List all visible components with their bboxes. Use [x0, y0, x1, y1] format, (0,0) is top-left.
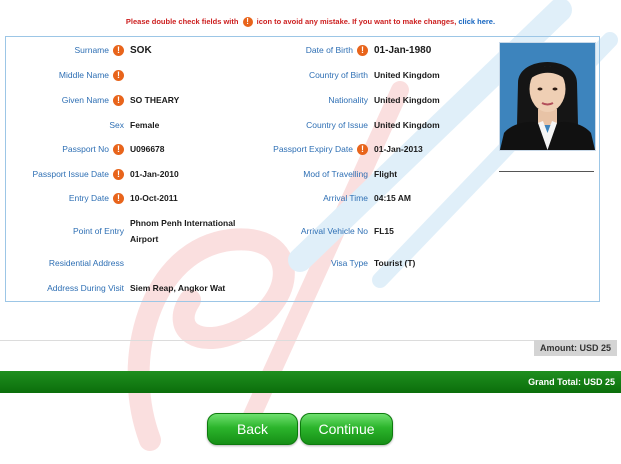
mod-of-travelling-value: Flight — [374, 169, 398, 179]
field-arrival-time: Arrival Time 04:15 AM — [246, 190, 411, 206]
field-passport-issue-date: Passport Issue Date! 01-Jan-2010 — [6, 166, 179, 182]
field-passport-expiry-date: Passport Expiry Date! 01-Jan-2013 — [246, 141, 423, 157]
entry-date-value: 10-Oct-2011 — [130, 193, 178, 203]
middle-name-label: Middle Name — [58, 70, 109, 80]
applicant-photo-image — [500, 43, 595, 150]
point-of-entry-line-1: Phnom Penh International — [130, 218, 236, 228]
notice-text-after: icon to avoid any mistake. If you want t… — [256, 17, 457, 26]
mod-of-travelling-label: Mod of Travelling — [303, 169, 368, 179]
back-button[interactable]: Back — [207, 413, 298, 445]
warning-icon: ! — [357, 44, 368, 56]
warning-icon: ! — [242, 17, 253, 28]
date-of-birth-label: Date of Birth — [305, 45, 353, 55]
warning-icon: ! — [113, 192, 124, 204]
arrival-time-value: 04:15 AM — [374, 193, 412, 203]
arrival-time-label: Arrival Time — [323, 193, 368, 203]
field-residential-address: Residential Address — [6, 255, 130, 271]
field-date-of-birth: Date of Birth! 01-Jan-1980 — [246, 42, 431, 58]
visa-type-value: Tourist (T) — [374, 258, 416, 268]
field-nationality: Nationality United Kingdom — [246, 92, 440, 108]
given-name-label: Given Name — [61, 95, 109, 105]
address-during-visit-label: Address During Visit — [47, 283, 124, 293]
point-of-entry-label: Point of Entry — [72, 226, 124, 236]
amount-label: Amount: USD 25 — [533, 340, 617, 356]
click-here-link[interactable]: click here. — [458, 17, 495, 26]
notice-message: Please double check fields with ! icon t… — [0, 17, 621, 28]
passport-expiry-date-value: 01-Jan-2013 — [374, 144, 423, 154]
field-given-name: Given Name! SO THEARY — [6, 92, 179, 108]
notice-text-before: Please double check fields with — [125, 17, 239, 26]
field-country-of-issue: Country of Issue United Kingdom — [246, 117, 440, 133]
field-point-of-entry: Point of Entry Phnom Penh International … — [6, 214, 235, 248]
field-passport-no: Passport No! U096678 — [6, 141, 165, 157]
residential-address-label: Residential Address — [48, 258, 124, 268]
field-sex: Sex Female — [6, 117, 159, 133]
given-name-value: SO THEARY — [130, 95, 180, 105]
passport-issue-date-label: Passport Issue Date — [32, 169, 109, 179]
country-of-birth-value: United Kingdom — [374, 70, 440, 80]
continue-button[interactable]: Continue — [300, 413, 393, 445]
passport-issue-date-value: 01-Jan-2010 — [130, 169, 179, 179]
warning-icon: ! — [113, 168, 124, 180]
country-of-issue-value: United Kingdom — [374, 120, 440, 130]
field-mod-of-travelling: Mod of Travelling Flight — [246, 166, 397, 182]
warning-icon: ! — [113, 94, 124, 106]
date-of-birth-value: 01-Jan-1980 — [374, 44, 432, 56]
application-summary-panel: Surname! SOK Middle Name! Given Name! SO… — [5, 36, 600, 302]
country-of-birth-label: Country of Birth — [308, 70, 368, 80]
entry-date-label: Entry Date — [68, 193, 109, 203]
nationality-value: United Kingdom — [374, 95, 440, 105]
sex-label: Sex — [109, 120, 124, 130]
arrival-vehicle-no-value: FL15 — [374, 226, 394, 236]
surname-label: Surname — [74, 45, 110, 55]
field-surname: Surname! SOK — [6, 42, 152, 58]
warning-icon: ! — [357, 143, 368, 155]
point-of-entry-value: Phnom Penh International Airport — [130, 215, 235, 247]
warning-icon: ! — [113, 44, 124, 56]
country-of-issue-label: Country of Issue — [306, 120, 368, 130]
divider — [0, 340, 540, 341]
field-visa-type: Visa Type Tourist (T) — [246, 255, 415, 271]
field-middle-name: Middle Name! — [6, 67, 130, 83]
sex-value: Female — [130, 120, 160, 130]
field-entry-date: Entry Date! 10-Oct-2011 — [6, 190, 178, 206]
passport-no-value: U096678 — [130, 144, 165, 154]
applicant-photo — [499, 42, 596, 151]
nationality-label: Nationality — [328, 95, 368, 105]
visa-type-label: Visa Type — [330, 258, 368, 268]
address-during-visit-value: Siem Reap, Angkor Wat — [130, 283, 226, 293]
field-address-during-visit: Address During Visit Siem Reap, Angkor W… — [6, 280, 225, 296]
arrival-vehicle-no-label: Arrival Vehicle No — [300, 226, 368, 236]
grand-total-bar: Grand Total: USD 25 — [0, 371, 621, 393]
warning-icon: ! — [113, 69, 124, 81]
point-of-entry-line-2: Airport — [130, 234, 159, 244]
warning-icon: ! — [113, 143, 124, 155]
field-arrival-vehicle-no: Arrival Vehicle No FL15 — [246, 223, 394, 239]
signature-line — [499, 171, 594, 172]
surname-value: SOK — [130, 44, 152, 56]
passport-expiry-date-label: Passport Expiry Date — [273, 144, 353, 154]
grand-total-label: Grand Total: USD 25 — [528, 377, 615, 387]
field-country-of-birth: Country of Birth United Kingdom — [246, 67, 440, 83]
passport-no-label: Passport No — [62, 144, 109, 154]
